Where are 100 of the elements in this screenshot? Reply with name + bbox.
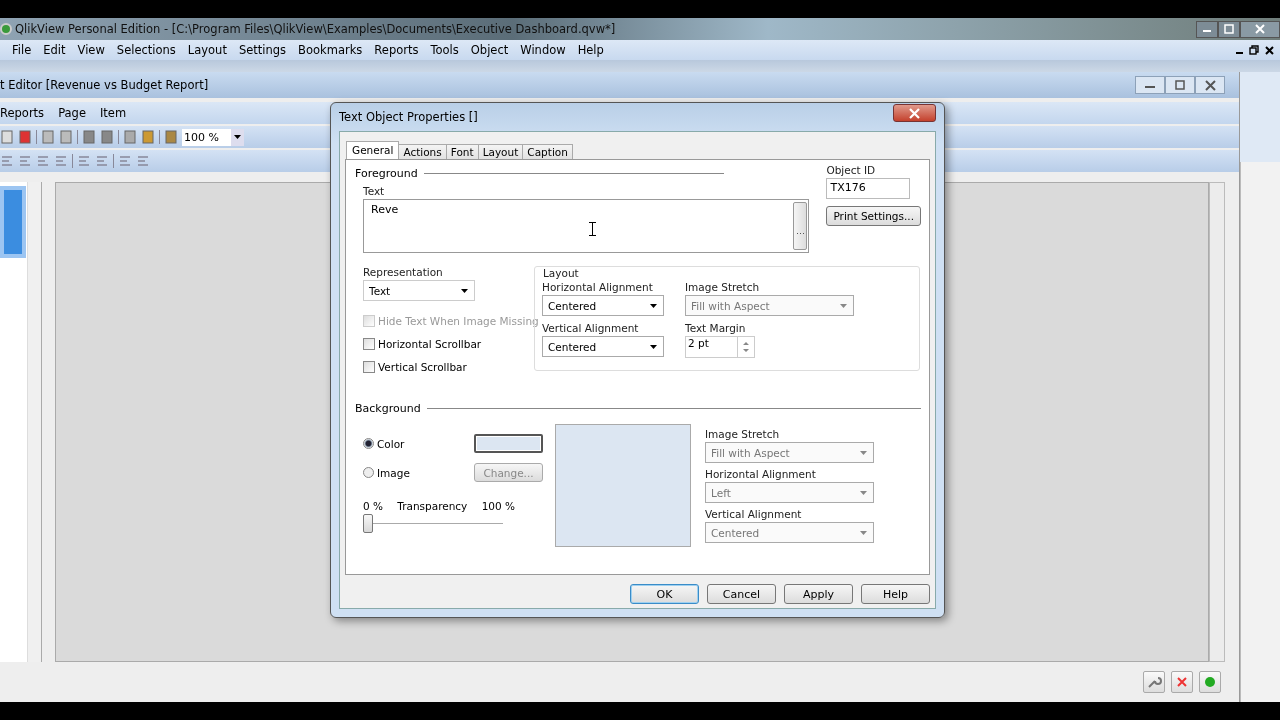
align-icon[interactable] bbox=[54, 154, 68, 168]
toolbar-button-icon[interactable] bbox=[100, 130, 114, 144]
section-heading: Background bbox=[355, 401, 421, 415]
tab[interactable]: Actions bbox=[398, 144, 447, 159]
ellipsis-button[interactable] bbox=[793, 202, 808, 250]
dropdown[interactable]: Centered bbox=[542, 295, 664, 316]
align-icon[interactable] bbox=[0, 154, 14, 168]
caret-icon bbox=[650, 344, 657, 349]
toolbar-button-icon[interactable] bbox=[0, 130, 14, 144]
change-button: Change... bbox=[474, 463, 543, 482]
slider-label: Transparency bbox=[397, 500, 468, 512]
dropdown[interactable]: Text bbox=[363, 280, 475, 301]
wrench-icon[interactable] bbox=[1143, 671, 1165, 693]
field-label: Object ID bbox=[826, 164, 877, 176]
toolbar-button-icon[interactable] bbox=[18, 130, 32, 144]
maximize-button[interactable] bbox=[1165, 76, 1195, 94]
field-label: Horizontal Alignment bbox=[542, 281, 654, 293]
align-icon[interactable] bbox=[18, 154, 32, 168]
menu-item[interactable]: Reports bbox=[368, 43, 425, 57]
text-field[interactable]: Reve bbox=[363, 199, 810, 253]
close-button[interactable] bbox=[1240, 20, 1280, 38]
slider-thumb[interactable] bbox=[363, 514, 373, 533]
restore-button[interactable] bbox=[1249, 45, 1259, 55]
spin-arrows-icon bbox=[741, 339, 751, 355]
menu-item[interactable]: Selections bbox=[110, 43, 182, 57]
toolbar-button-icon[interactable] bbox=[59, 130, 73, 144]
checkbox[interactable]: Vertical Scrollbar bbox=[363, 355, 544, 378]
align-icon[interactable] bbox=[136, 154, 150, 168]
delete-icon[interactable] bbox=[1171, 671, 1193, 693]
close-icon bbox=[1255, 24, 1265, 34]
align-icon[interactable] bbox=[118, 154, 132, 168]
zoom-dropdown[interactable]: 100 % bbox=[182, 128, 244, 146]
scrollbar[interactable] bbox=[1240, 162, 1280, 702]
text-cursor-icon bbox=[589, 222, 596, 236]
toolbar-button-icon[interactable] bbox=[123, 130, 137, 144]
group-heading: Layout bbox=[542, 267, 580, 279]
tab[interactable]: Caption bbox=[522, 144, 573, 159]
align-icon[interactable] bbox=[36, 154, 50, 168]
align-icon[interactable] bbox=[77, 154, 91, 168]
slider-max-label: 100 % bbox=[481, 500, 515, 512]
page-thumbnail[interactable] bbox=[0, 186, 26, 258]
radio-button[interactable]: Image bbox=[363, 466, 410, 479]
spinner-field[interactable]: 2 pt bbox=[685, 336, 755, 358]
toolbar-button-icon[interactable] bbox=[141, 130, 155, 144]
maximize-button[interactable] bbox=[1218, 20, 1240, 38]
menu-item[interactable]: Bookmarks bbox=[292, 43, 369, 57]
dropdown: Fill with Aspect bbox=[705, 442, 874, 463]
tab[interactable]: Layout bbox=[477, 144, 524, 159]
checkbox[interactable]: Horizontal Scrollbar bbox=[363, 332, 544, 355]
menu-item[interactable]: Page bbox=[56, 106, 98, 120]
close-button[interactable] bbox=[1265, 45, 1274, 55]
menu-item[interactable]: Reports bbox=[0, 106, 57, 120]
minimize-button[interactable] bbox=[1135, 76, 1165, 94]
dialog-button[interactable]: Apply bbox=[784, 584, 853, 604]
toolbar-button-icon[interactable] bbox=[164, 130, 178, 144]
menu-item[interactable]: Help bbox=[571, 43, 610, 57]
color-swatch-button[interactable] bbox=[474, 434, 543, 453]
tab[interactable]: General bbox=[346, 141, 400, 159]
object-id-field[interactable]: TX176 bbox=[826, 178, 911, 199]
app-icon bbox=[0, 23, 12, 35]
menu-item[interactable]: Window bbox=[514, 43, 572, 57]
tab[interactable]: Font bbox=[445, 144, 479, 159]
dialog-button[interactable]: OK bbox=[630, 584, 699, 604]
toolbar-button-icon[interactable] bbox=[82, 130, 96, 144]
menu-item[interactable]: Tools bbox=[424, 43, 465, 57]
radio-button[interactable]: Color bbox=[363, 437, 405, 450]
window-title: QlikView Personal Edition - [C:\Program Files\QlikView\Examples\Documents\Executive Dashboard.qvw*] bbox=[15, 22, 616, 36]
menu-item[interactable]: Object bbox=[464, 43, 515, 57]
slider-track[interactable] bbox=[363, 514, 503, 534]
close-button[interactable] bbox=[893, 104, 936, 122]
menu-item[interactable]: View bbox=[71, 43, 111, 57]
menu-item[interactable]: Item bbox=[97, 106, 139, 120]
caret-icon bbox=[860, 530, 867, 535]
close-icon bbox=[1204, 79, 1216, 91]
restore-icon bbox=[1249, 45, 1259, 55]
menu-item[interactable]: Edit bbox=[37, 43, 72, 57]
align-icon[interactable] bbox=[95, 154, 109, 168]
dialog-button[interactable]: Help bbox=[861, 584, 930, 604]
dropdown[interactable]: Centered bbox=[542, 336, 664, 357]
dialog-button[interactable]: Cancel bbox=[707, 584, 776, 604]
menu-item[interactable]: Layout bbox=[181, 43, 233, 57]
field-label: Representation bbox=[363, 266, 444, 278]
print-settings-button[interactable]: Print Settings... bbox=[826, 206, 921, 226]
minimize-button[interactable] bbox=[1196, 20, 1218, 38]
section-heading: Foreground bbox=[355, 166, 418, 180]
menu-item[interactable]: File bbox=[6, 43, 38, 57]
field-label: Horizontal Alignment bbox=[705, 468, 817, 480]
scrollbar[interactable] bbox=[1209, 182, 1225, 662]
caret-icon bbox=[650, 303, 657, 308]
close-button[interactable] bbox=[1195, 76, 1225, 94]
menu-item[interactable]: Settings bbox=[232, 43, 293, 57]
field-label: Vertical Alignment bbox=[542, 322, 640, 334]
caret-icon bbox=[860, 490, 867, 495]
minimize-icon bbox=[1236, 52, 1243, 54]
dropdown: Left bbox=[705, 482, 874, 503]
dropdown: Fill with Aspect bbox=[685, 295, 854, 316]
toolbar-button-icon[interactable] bbox=[41, 130, 55, 144]
maximize-icon bbox=[1224, 24, 1234, 34]
field-label: Image Stretch bbox=[685, 281, 761, 293]
field-label: Text Margin bbox=[685, 322, 747, 334]
